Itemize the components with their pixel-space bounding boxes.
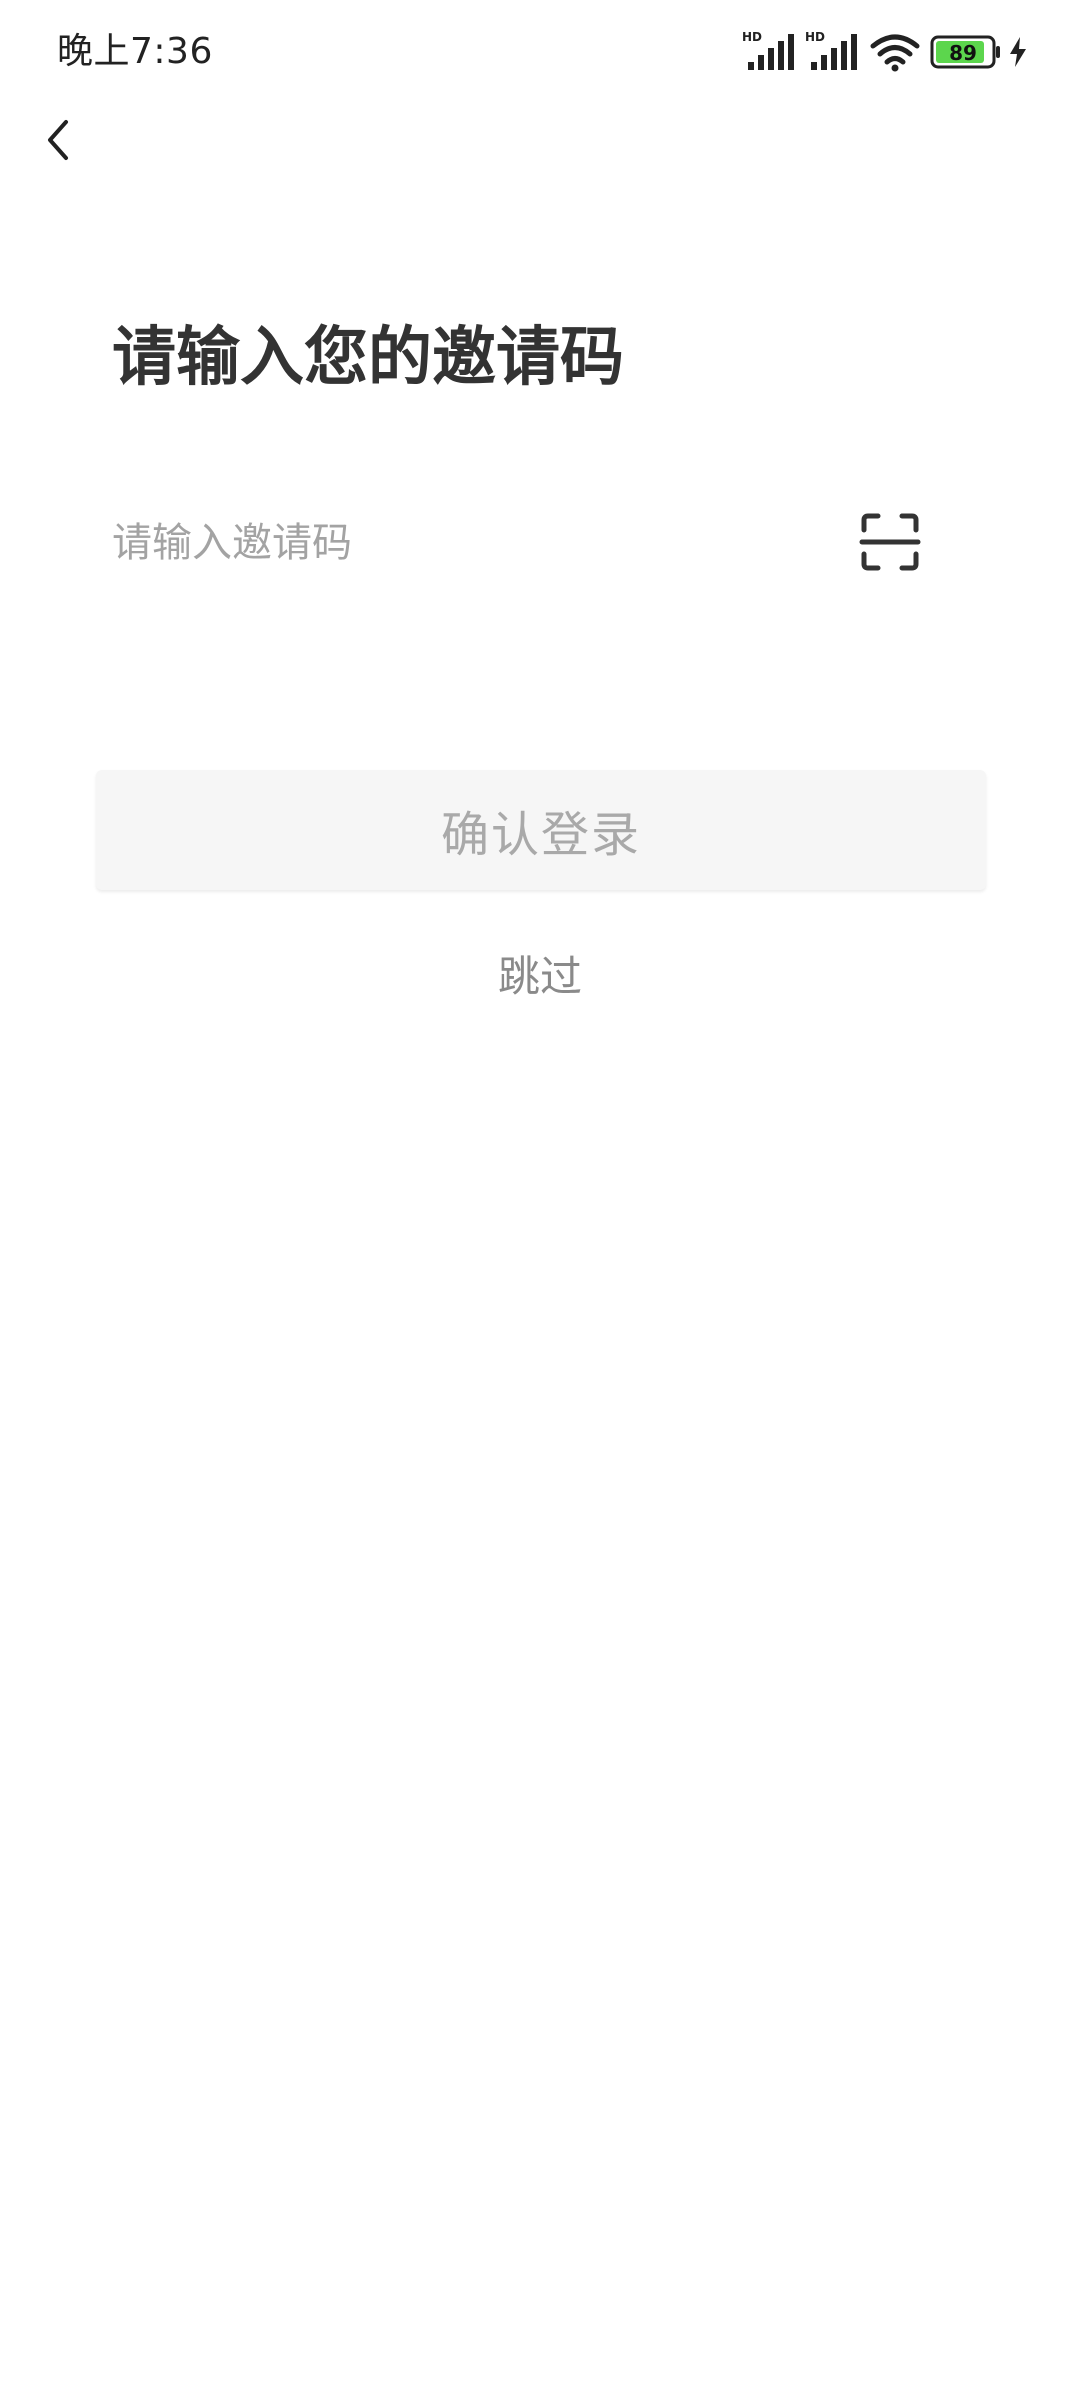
confirm-login-button[interactable]: 确认登录 — [96, 770, 986, 890]
wifi-icon — [870, 34, 920, 72]
invite-code-screen: 晚上7:36 HD HD 89 请输入您的邀请码 请输入邀请码 确认登录 跳过 — [0, 0, 1080, 2400]
battery-level: 89 — [949, 41, 977, 65]
signal-hd-label: HD — [742, 30, 762, 44]
invite-code-input[interactable] — [112, 500, 812, 586]
status-time: 晚上7:36 — [57, 31, 213, 72]
battery-icon: 89 — [930, 35, 1000, 69]
signal-icon: HD — [742, 30, 794, 70]
charging-icon — [1010, 37, 1026, 67]
signal-hd-label: HD — [805, 30, 825, 44]
back-button[interactable] — [28, 106, 88, 174]
scan-icon — [859, 513, 921, 571]
page-title: 请输入您的邀请码 — [112, 321, 624, 395]
skip-link[interactable]: 跳过 — [440, 942, 640, 1012]
chevron-left-icon — [48, 120, 68, 160]
signal-icon: HD — [805, 30, 857, 70]
invite-code-row — [112, 500, 922, 586]
scan-button[interactable] — [858, 510, 922, 574]
status-bar: 晚上7:36 HD HD 89 — [0, 0, 1080, 105]
